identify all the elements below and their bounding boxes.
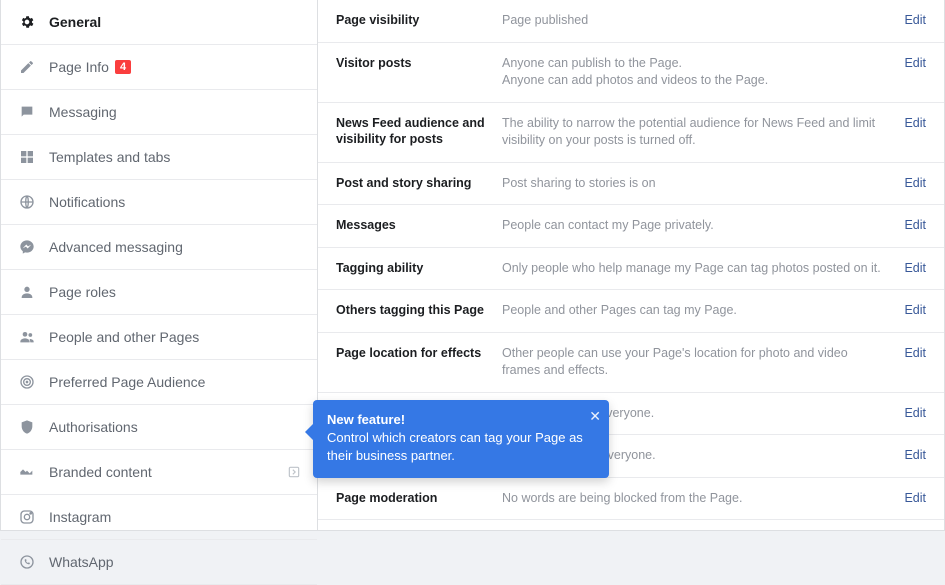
sidebar-item-authorisations[interactable]: Authorisations [1, 405, 317, 450]
edit-link[interactable]: Edit [904, 491, 926, 505]
edit-link[interactable]: Edit [904, 176, 926, 190]
whatsapp-icon [17, 552, 37, 572]
edit-link[interactable]: Edit [904, 406, 926, 420]
pencil-icon [17, 57, 37, 77]
setting-label: Messages [336, 217, 502, 234]
settings-row: Page moderationNo words are being blocke… [318, 478, 944, 521]
shield-icon [17, 417, 37, 437]
person-icon [17, 282, 37, 302]
sidebar-item-branded-content[interactable]: Branded content [1, 450, 317, 495]
instagram-icon [17, 507, 37, 527]
new-feature-tooltip: ✕ New feature! Control which creators ca… [313, 400, 609, 478]
setting-label: Page visibility [336, 12, 502, 29]
settings-row: MessagesPeople can contact my Page priva… [318, 205, 944, 248]
setting-value: Page published [502, 12, 886, 30]
sidebar-item-page-roles[interactable]: Page roles [1, 270, 317, 315]
sidebar-item-label: Branded content [49, 464, 152, 480]
sidebar-item-label: Authorisations [49, 419, 138, 435]
edit-link[interactable]: Edit [904, 13, 926, 27]
globe-icon [17, 192, 37, 212]
handshake-icon [17, 462, 37, 482]
sidebar-item-label: Templates and tabs [49, 149, 170, 165]
settings-row: Profanity filterTurned offEdit [318, 520, 944, 531]
setting-label: Visitor posts [336, 55, 502, 72]
sidebar: General Page Info 4 Messaging Templates and … [0, 0, 318, 531]
edit-link[interactable]: Edit [904, 303, 926, 317]
settings-row: Page location for effectsOther people ca… [318, 333, 944, 393]
sidebar-item-general[interactable]: General [1, 0, 317, 45]
sidebar-item-messaging[interactable]: Messaging [1, 90, 317, 135]
people-icon [17, 327, 37, 347]
setting-value: People and other Pages can tag my Page. [502, 302, 886, 320]
setting-label: Page moderation [336, 490, 502, 507]
tooltip-title: New feature! [327, 412, 595, 427]
sidebar-item-instagram[interactable]: Instagram [1, 495, 317, 540]
close-icon[interactable]: ✕ [589, 408, 601, 425]
setting-value: Other people can use your Page's locatio… [502, 345, 886, 380]
settings-row: News Feed audience and visibility for po… [318, 103, 944, 163]
sidebar-item-notifications[interactable]: Notifications [1, 180, 317, 225]
setting-label: Tagging ability [336, 260, 502, 277]
edit-link[interactable]: Edit [904, 261, 926, 275]
edit-link[interactable]: Edit [904, 448, 926, 462]
chat-icon [17, 102, 37, 122]
setting-value: People can contact my Page privately. [502, 217, 886, 235]
sidebar-item-label: People and other Pages [49, 329, 199, 345]
tooltip-body: Control which creators can tag your Page… [327, 429, 595, 464]
edit-link[interactable]: Edit [904, 56, 926, 70]
setting-label: News Feed audience and visibility for po… [336, 115, 502, 149]
arrow-box-icon [287, 465, 301, 479]
sidebar-item-people-and-other-pages[interactable]: People and other Pages [1, 315, 317, 360]
notification-badge: 4 [115, 60, 131, 74]
sidebar-item-label: Advanced messaging [49, 239, 183, 255]
sidebar-item-page-info[interactable]: Page Info 4 [1, 45, 317, 90]
sidebar-item-label: General [49, 14, 101, 30]
sidebar-item-whatsapp[interactable]: WhatsApp [1, 540, 317, 585]
sidebar-item-preferred-page-audience[interactable]: Preferred Page Audience [1, 360, 317, 405]
setting-label: Others tagging this Page [336, 302, 502, 319]
sidebar-item-label: Preferred Page Audience [49, 374, 205, 390]
setting-value: No words are being blocked from the Page… [502, 490, 886, 508]
gear-icon [17, 12, 37, 32]
settings-row: Others tagging this PagePeople and other… [318, 290, 944, 333]
sidebar-item-label: Messaging [49, 104, 117, 120]
setting-value: Anyone can publish to the Page.Anyone ca… [502, 55, 886, 90]
sidebar-item-advanced-messaging[interactable]: Advanced messaging [1, 225, 317, 270]
setting-label: Page location for effects [336, 345, 502, 362]
sidebar-item-templates-and-tabs[interactable]: Templates and tabs [1, 135, 317, 180]
messenger-icon [17, 237, 37, 257]
settings-row: Tagging abilityOnly people who help mana… [318, 248, 944, 291]
target-icon [17, 372, 37, 392]
sidebar-item-label: Notifications [49, 194, 125, 210]
setting-label: Post and story sharing [336, 175, 502, 192]
edit-link[interactable]: Edit [904, 346, 926, 360]
settings-row: Post and story sharingPost sharing to st… [318, 163, 944, 206]
settings-row: Page visibilityPage published Edit [318, 0, 944, 43]
setting-value: Only people who help manage my Page can … [502, 260, 886, 278]
sidebar-item-label: Page Info [49, 59, 109, 75]
sidebar-item-label: Instagram [49, 509, 111, 525]
sidebar-item-label: Page roles [49, 284, 116, 300]
settings-row: Visitor postsAnyone can publish to the P… [318, 43, 944, 103]
setting-value: Post sharing to stories is on [502, 175, 886, 193]
edit-link[interactable]: Edit [904, 116, 926, 130]
grid-icon [17, 147, 37, 167]
edit-link[interactable]: Edit [904, 218, 926, 232]
setting-value: The ability to narrow the potential audi… [502, 115, 886, 150]
sidebar-item-label: WhatsApp [49, 554, 114, 570]
